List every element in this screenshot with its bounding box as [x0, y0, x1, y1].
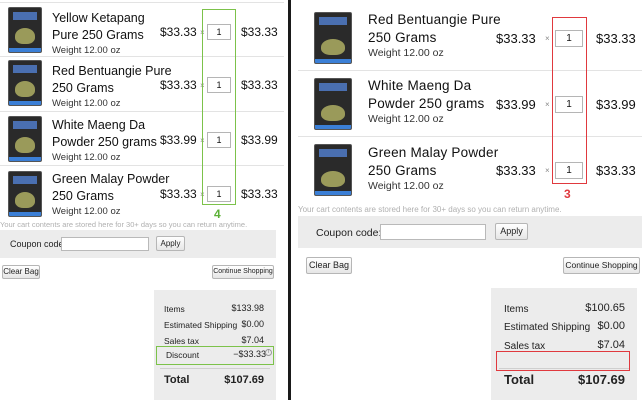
item-name-line1[interactable]: Red Bentuangie Pure	[368, 11, 501, 29]
times-sign: ×	[545, 34, 550, 43]
item-weight: Weight 12.00 oz	[368, 47, 444, 59]
items-label: Items	[504, 304, 529, 315]
kratom-powder-bag-icon[interactable]	[314, 12, 352, 64]
item-name-line1[interactable]: Green Malay Powder	[368, 144, 498, 162]
item-name-line2[interactable]: 250 Grams	[368, 162, 437, 180]
sales-tax-label: Sales tax	[164, 336, 199, 346]
item-unit-price: $33.99	[496, 97, 536, 112]
order-summary: Items $133.98 Estimated Shipping $0.00 S…	[154, 290, 276, 400]
item-name-line1[interactable]: Red Bentuangie Pure	[52, 63, 172, 80]
item-total-price: $33.99	[596, 97, 636, 112]
item-name-line1[interactable]: White Maeng Da	[52, 117, 145, 134]
clear-bag-button[interactable]: Clear Bag	[306, 257, 352, 274]
item-unit-price: $33.33	[160, 25, 197, 39]
item-weight: Weight 12.00 oz	[52, 98, 121, 109]
row-divider	[0, 165, 284, 166]
item-name-line2[interactable]: 250 Grams	[368, 29, 437, 47]
cart-storage-note: Your cart contents are stored here for 3…	[0, 220, 248, 229]
row-divider	[0, 111, 284, 112]
item-unit-price: $33.33	[160, 78, 197, 92]
item-total-price: $33.33	[241, 25, 278, 39]
left-cart-panel: Yellow Ketapang Pure 250 Grams Weight 12…	[0, 0, 284, 400]
item-name-line2[interactable]: Powder 250 grams	[368, 95, 485, 113]
discount-row-highlight	[156, 346, 274, 365]
shipping-label: Estimated Shipping	[504, 322, 591, 333]
times-sign: ×	[545, 100, 550, 109]
sales-tax-value: $7.04	[241, 335, 264, 345]
item-weight: Weight 12.00 oz	[52, 45, 121, 56]
coupon-label: Coupon code:	[316, 227, 382, 239]
item-name-line1[interactable]: Green Malay Powder	[52, 171, 169, 188]
item-name-line2[interactable]: 250 Grams	[52, 80, 114, 97]
panel-divider	[288, 0, 291, 400]
right-cart-panel: Red Bentuangie Pure 250 Grams Weight 12.…	[298, 0, 642, 400]
quantity-column-highlight	[552, 17, 587, 184]
quantity-column-highlight	[202, 9, 236, 205]
item-unit-price: $33.33	[496, 31, 536, 46]
item-name-line1[interactable]: Yellow Ketapang	[52, 10, 145, 27]
item-count-annotation: 3	[564, 187, 571, 201]
row-divider	[0, 2, 284, 3]
row-divider	[0, 56, 284, 57]
kratom-powder-bag-icon[interactable]	[8, 171, 42, 217]
shipping-value: $0.00	[597, 320, 625, 332]
apply-coupon-button[interactable]: Apply	[495, 223, 528, 240]
coupon-code-input[interactable]	[380, 224, 486, 240]
clear-bag-button[interactable]: Clear Bag	[2, 265, 40, 279]
item-unit-price: $33.99	[160, 133, 197, 147]
total-label: Total	[164, 374, 190, 386]
items-value: $100.65	[585, 302, 625, 314]
total-value: $107.69	[578, 372, 625, 387]
item-unit-price: $33.33	[496, 163, 536, 178]
item-weight: Weight 12.00 oz	[52, 206, 121, 217]
item-weight: Weight 12.00 oz	[52, 152, 121, 163]
items-value: $133.98	[231, 303, 264, 313]
coupon-bar: Coupon code: Apply	[0, 230, 276, 258]
times-sign: ×	[545, 166, 550, 175]
kratom-powder-bag-icon[interactable]	[314, 144, 352, 196]
item-name-line2[interactable]: 250 Grams	[52, 188, 114, 205]
item-total-price: $33.33	[596, 163, 636, 178]
shipping-value: $0.00	[241, 319, 264, 329]
row-divider	[298, 70, 642, 71]
total-label: Total	[504, 372, 535, 387]
continue-shopping-button[interactable]: Continue Shopping	[212, 265, 274, 279]
item-weight: Weight 12.00 oz	[368, 113, 444, 125]
row-divider	[298, 136, 642, 137]
item-unit-price: $33.33	[160, 187, 197, 201]
missing-discount-highlight	[496, 351, 630, 371]
item-name-line2[interactable]: Pure 250 Grams	[52, 27, 144, 44]
cart-storage-note: Your cart contents are stored here for 3…	[298, 205, 562, 214]
item-name-line2[interactable]: Powder 250 grams	[52, 134, 157, 151]
coupon-code-input[interactable]	[61, 237, 149, 251]
coupon-bar: Coupon code: Apply	[298, 216, 642, 248]
item-weight: Weight 12.00 oz	[368, 180, 444, 192]
item-total-price: $33.33	[596, 31, 636, 46]
continue-shopping-button[interactable]: Continue Shopping	[563, 257, 640, 274]
kratom-powder-bag-icon[interactable]	[8, 116, 42, 162]
sales-tax-value: $7.04	[597, 339, 625, 351]
apply-coupon-button[interactable]: Apply	[156, 236, 185, 251]
item-total-price: $33.33	[241, 187, 278, 201]
item-total-price: $33.99	[241, 133, 278, 147]
shipping-label: Estimated Shipping	[164, 320, 238, 330]
item-total-price: $33.33	[241, 78, 278, 92]
kratom-powder-bag-icon[interactable]	[8, 7, 42, 53]
kratom-powder-bag-icon[interactable]	[8, 60, 42, 106]
order-summary: Items $100.65 Estimated Shipping $0.00 S…	[491, 288, 637, 400]
item-count-annotation: 4	[214, 207, 221, 221]
summary-divider	[160, 368, 270, 369]
item-name-line1[interactable]: White Maeng Da	[368, 77, 471, 95]
total-value: $107.69	[224, 374, 264, 386]
coupon-label: Coupon code:	[10, 239, 67, 249]
kratom-powder-bag-icon[interactable]	[314, 78, 352, 130]
items-label: Items	[164, 304, 185, 314]
